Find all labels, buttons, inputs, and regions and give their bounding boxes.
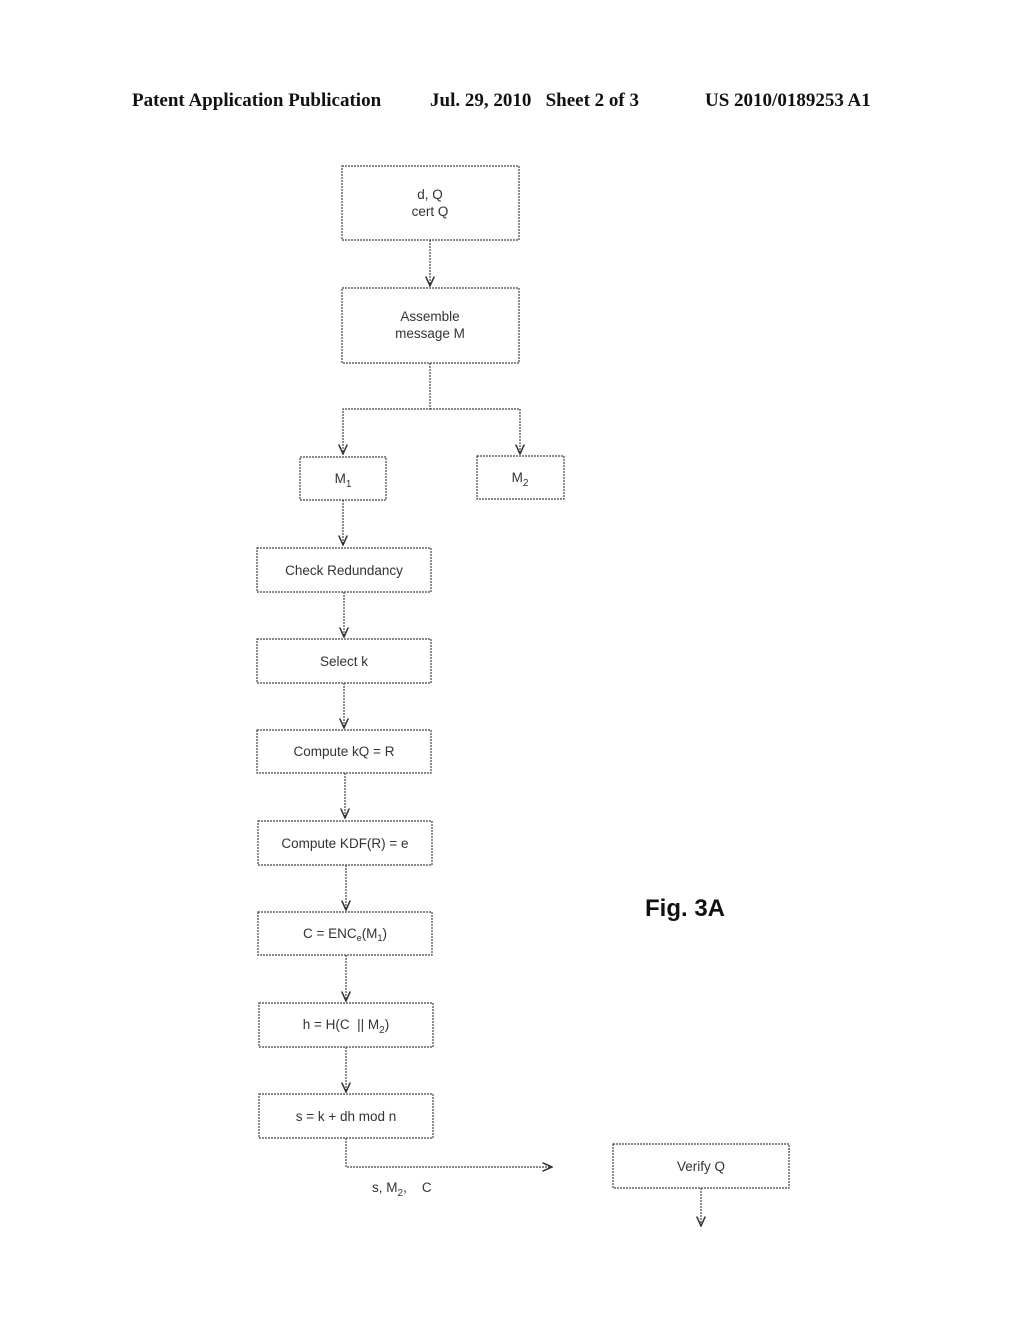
assemble-line2: message M xyxy=(395,326,465,341)
assemble-line1: Assemble xyxy=(400,309,459,324)
box-select-k: Select k xyxy=(256,638,432,684)
verify-q-label: Verify Q xyxy=(677,1159,725,1174)
figure-label: Fig. 3A xyxy=(645,895,725,922)
check-redundancy-label: Check Redundancy xyxy=(285,563,403,578)
box-verify-q: Verify Q xyxy=(612,1143,790,1189)
box-signature: s = k + dh mod n xyxy=(258,1093,434,1139)
compute-r-label: Compute kQ = R xyxy=(294,744,395,759)
arrow-signature-to-verifier xyxy=(345,1138,552,1167)
arrow-assemble-to-m2 xyxy=(430,408,520,454)
box-compute-r: Compute kQ = R xyxy=(256,729,432,774)
box-encrypt: C = ENCe(M1) xyxy=(257,911,433,956)
box-keys: d, Q cert Q xyxy=(341,165,520,241)
keys-line2: cert Q xyxy=(412,204,449,219)
transmission-label: s, M2, C xyxy=(372,1180,432,1199)
box-assemble-message: Assemble message M xyxy=(341,287,520,364)
encrypt-label: C = ENCe(M1) xyxy=(303,926,387,943)
keys-line1: d, Q xyxy=(417,187,443,202)
box-check-redundancy: Check Redundancy xyxy=(256,547,432,593)
box-compute-e: Compute KDF(R) = e xyxy=(257,820,433,866)
select-k-label: Select k xyxy=(320,654,368,669)
box-hash: h = H(C || M2) xyxy=(258,1002,434,1048)
signature-label: s = k + dh mod n xyxy=(296,1109,397,1124)
compute-e-label: Compute KDF(R) = e xyxy=(281,836,408,851)
box-m1: M1 xyxy=(299,456,387,501)
arrow-assemble-to-m1 xyxy=(343,363,431,454)
box-m2: M2 xyxy=(476,455,565,500)
flowchart: d, Q cert Q Assemble message M M1 M2 Che… xyxy=(256,165,790,1320)
